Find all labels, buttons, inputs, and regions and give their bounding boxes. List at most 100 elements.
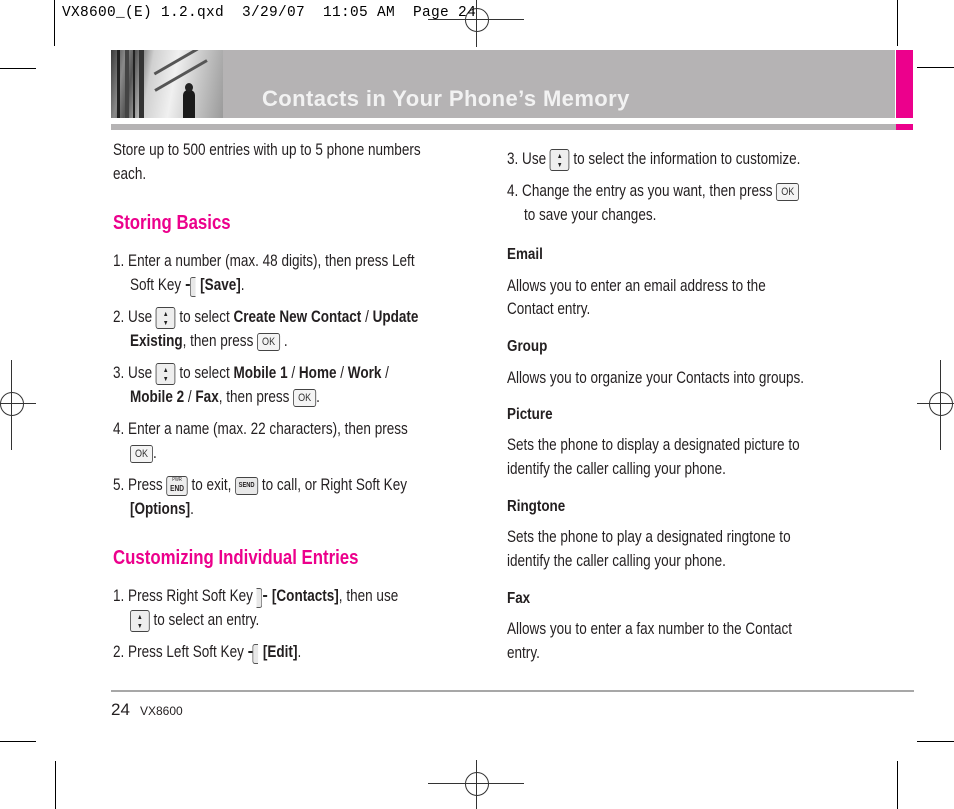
nav-key-icon: ▲ ▼ — [155, 362, 176, 385]
step-text: , then press — [182, 332, 254, 350]
field-heading-group: Group — [507, 338, 548, 355]
step-text: Press Right Soft Key — [128, 587, 253, 605]
step-text: Use — [128, 364, 153, 382]
registration-line — [917, 403, 954, 404]
storing-step-1-cont: Soft Key [Save]. — [130, 273, 245, 297]
softkey-label: [Options] — [130, 500, 191, 518]
step-number: 1. — [113, 587, 125, 605]
field-description: Allows you to organize your Contacts int… — [507, 369, 805, 387]
section-heading-customizing: Customizing Individual Entries — [113, 547, 359, 569]
page-number: 24 — [111, 700, 130, 719]
customizing-step-4-cont: to save your changes. — [524, 206, 657, 224]
punctuation: . — [297, 643, 302, 661]
ok-key-icon: OK — [293, 388, 317, 407]
field-description: entry. — [507, 644, 540, 662]
option-label: Home — [298, 364, 337, 382]
softkey-label: [Save] — [200, 276, 241, 294]
option-label: Existing — [130, 332, 183, 350]
storing-step-3: 3. Use ▲ ▼ to select Mobile 1 / Home / Wo… — [113, 361, 389, 385]
step-text: Soft Key — [130, 276, 182, 294]
step-text: , then use — [338, 587, 399, 605]
field-description: Allows you to enter an email address to … — [507, 277, 766, 295]
step-text: Change the entry as you want, then press — [522, 182, 773, 200]
intro-line: each. — [113, 165, 147, 183]
step-number: 3. — [113, 364, 125, 382]
print-slug: VX8600_(E) 1.2.qxd 3/29/07 11:05 AM Page… — [62, 5, 477, 21]
field-heading-ringtone: Ringtone — [507, 498, 566, 515]
field-description: Contact entry. — [507, 300, 591, 318]
left-soft-key-icon — [185, 276, 196, 297]
crop-mark — [55, 761, 56, 809]
storing-step-3-cont: Mobile 2 / Fax, then press OK. — [130, 385, 320, 409]
send-key-icon: SEND — [235, 476, 259, 495]
step-number: 4. — [507, 182, 519, 200]
accent-tab-underline — [896, 124, 913, 130]
softkey-label: [Edit] — [262, 643, 298, 661]
registration-line — [940, 360, 941, 450]
option-label: Work — [347, 364, 382, 382]
field-description: identify the caller calling your phone. — [507, 460, 726, 478]
crop-mark — [0, 741, 36, 742]
field-description: identify the caller calling your phone. — [507, 552, 726, 570]
softkey-label: [Contacts] — [271, 587, 339, 605]
banner-underline — [111, 124, 896, 130]
accent-tab — [896, 50, 913, 118]
step-text: , then press — [218, 388, 290, 406]
step-text: to select — [179, 308, 230, 326]
customizing-step-1: 1. Press Right Soft Key [Contacts], then… — [113, 584, 398, 608]
model-name: VX8600 — [140, 704, 183, 718]
page-title: Contacts in Your Phone’s Memory — [262, 86, 630, 111]
customizing-step-2: 2. Press Left Soft Key [Edit]. — [113, 640, 301, 664]
separator: / — [381, 364, 389, 382]
customizing-step-1-cont: ▲ ▼ to select an entry. — [130, 608, 259, 632]
step-number: 5. — [113, 476, 125, 494]
step-number: 3. — [507, 150, 519, 168]
registration-line — [11, 360, 12, 450]
step-number: 2. — [113, 308, 125, 326]
punctuation: . — [316, 388, 320, 406]
field-description: Allows you to enter a fax number to the … — [507, 620, 793, 638]
separator: / — [287, 364, 299, 382]
step-text: Use — [128, 308, 153, 326]
nav-key-icon: ▲ ▼ — [549, 148, 570, 171]
footer-rule — [111, 690, 914, 692]
punctuation: . — [152, 444, 157, 462]
option-label: Create New Contact — [233, 308, 362, 326]
field-heading-email: Email — [507, 246, 543, 263]
ok-key-icon: OK — [776, 182, 800, 201]
storing-step-4: 4. Enter a name (max. 22 characters), th… — [113, 417, 408, 441]
ok-key-icon: OK — [257, 332, 281, 351]
crop-mark — [54, 0, 55, 46]
registration-line — [476, 760, 477, 809]
crop-mark — [897, 0, 898, 46]
end-key-icon: PWR END — [166, 475, 188, 496]
separator: / — [336, 364, 348, 382]
step-text: to call, or Right Soft Key — [261, 476, 407, 494]
field-description: Sets the phone to play a designated ring… — [507, 528, 791, 546]
storing-step-1: 1. Enter a number (max. 48 digits), then… — [113, 249, 415, 273]
separator: / — [361, 308, 373, 326]
option-label: Fax — [195, 388, 219, 406]
step-text: to select the information to customize. — [573, 150, 801, 168]
registration-line — [0, 403, 36, 404]
storing-step-2-cont: Existing, then press OK . — [130, 329, 288, 353]
step-text: to exit, — [191, 476, 232, 494]
registration-circle — [929, 392, 953, 416]
step-text: Press Left Soft Key — [128, 643, 244, 661]
step-text: Enter a number (max. 48 digits), then pr… — [128, 252, 415, 270]
crop-mark — [917, 741, 954, 742]
crop-mark — [917, 67, 954, 68]
step-text: to select an entry. — [153, 611, 260, 629]
step-text: to select — [179, 364, 230, 382]
step-text: Press — [128, 476, 163, 494]
storing-step-2: 2. Use ▲ ▼ to select Create New Contact /… — [113, 305, 418, 329]
field-heading-picture: Picture — [507, 406, 553, 423]
punctuation: . — [240, 276, 245, 294]
step-number: 4. — [113, 420, 125, 438]
nav-key-icon: ▲ ▼ — [130, 609, 150, 632]
crop-mark — [0, 68, 36, 69]
separator: / — [184, 388, 196, 406]
nav-key-icon: ▲ ▼ — [155, 306, 176, 329]
option-label: Mobile 2 — [130, 388, 185, 406]
storing-step-5-cont: [Options]. — [130, 497, 194, 521]
